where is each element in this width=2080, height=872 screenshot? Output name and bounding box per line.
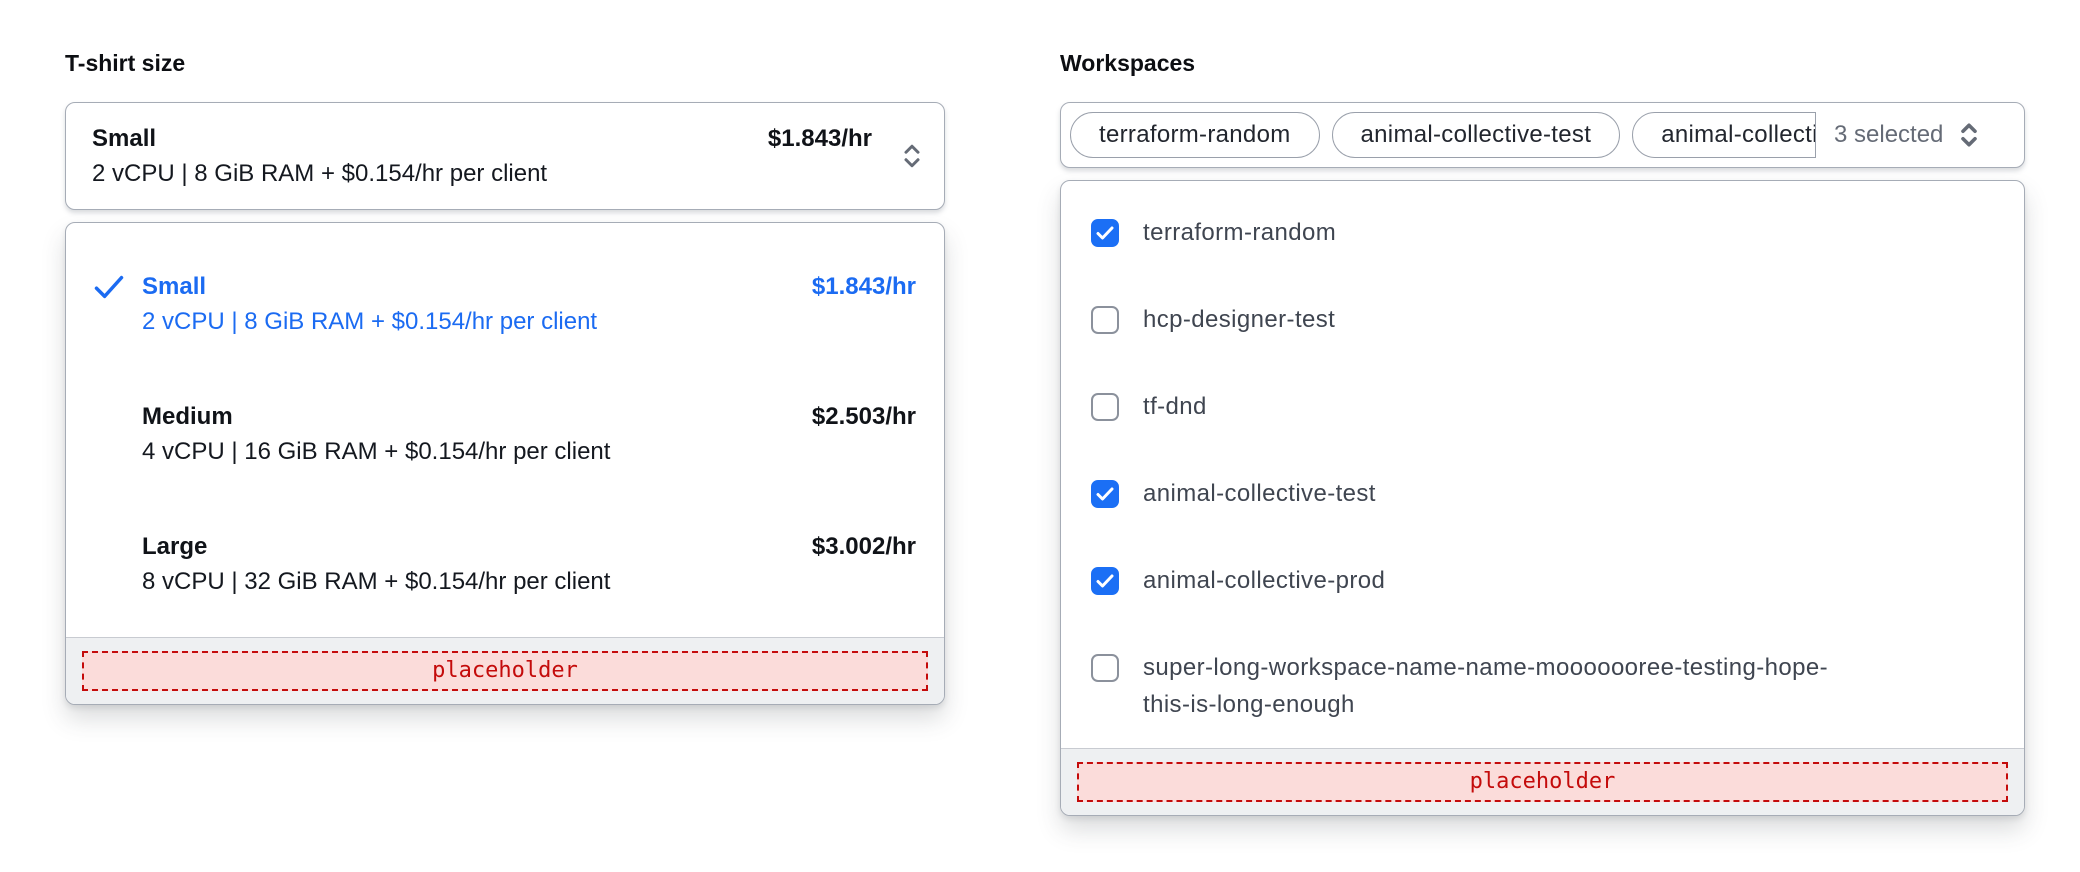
workspace-option[interactable]: terraform-random — [1061, 189, 2024, 276]
selected-count-summary: 3 selected — [1815, 112, 2015, 158]
workspace-option-label: animal-collective-test — [1143, 480, 1376, 507]
workspace-option-label: hcp-designer-test — [1143, 306, 1336, 333]
workspace-option[interactable]: animal-collective-prod — [1061, 537, 2024, 624]
selected-size-description: 2 vCPU | 8 GiB RAM + $0.154/hr per clien… — [92, 160, 548, 187]
chevron-up-down-icon — [1957, 120, 1981, 150]
chevron-up-down-icon — [900, 141, 924, 171]
checkmark-icon — [94, 274, 142, 300]
size-option-small[interactable]: Small 2 vCPU | 8 GiB RAM + $0.154/hr per… — [66, 239, 944, 369]
dropdown-footer: placeholder — [66, 637, 944, 704]
tshirt-size-dropdown: Small 2 vCPU | 8 GiB RAM + $0.154/hr per… — [65, 222, 945, 705]
size-option-title: Small — [142, 273, 207, 300]
checkbox[interactable] — [1091, 480, 1119, 508]
selected-size-title: Small — [92, 125, 157, 152]
workspace-option-label: terraform-random — [1143, 219, 1337, 246]
size-option-title: Medium — [142, 403, 233, 430]
dropdown-footer: placeholder — [1061, 748, 2024, 815]
workspace-options-list: terraform-random hcp-designer-test tf-dn… — [1061, 181, 2024, 748]
size-option-price: $1.843/hr — [811, 273, 916, 300]
checkbox[interactable] — [1091, 393, 1119, 421]
size-options-list: Small 2 vCPU | 8 GiB RAM + $0.154/hr per… — [66, 223, 944, 637]
workspaces-dropdown: terraform-random hcp-designer-test tf-dn… — [1060, 180, 2025, 816]
selected-count-label: 3 selected — [1834, 121, 1944, 148]
workspaces-select-trigger[interactable]: terraform-random animal-collective-test … — [1060, 102, 2025, 168]
tshirt-size-select-trigger[interactable]: Small 2 vCPU | 8 GiB RAM + $0.154/hr per… — [65, 102, 945, 210]
selected-size-summary: Small 2 vCPU | 8 GiB RAM + $0.154/hr per… — [92, 121, 768, 191]
size-option-medium[interactable]: Medium 4 vCPU | 16 GiB RAM + $0.154/hr p… — [66, 369, 944, 499]
size-option-text: Small 2 vCPU | 8 GiB RAM + $0.154/hr per… — [142, 269, 812, 339]
workspace-option-label: super-long-workspace-name-name-moooooore… — [1143, 654, 1828, 718]
checkbox[interactable] — [1091, 567, 1119, 595]
workspace-option-label: animal-collective-prod — [1143, 567, 1386, 594]
workspace-option-label: tf-dnd — [1143, 393, 1207, 420]
workspaces-label: Workspaces — [1060, 50, 1196, 76]
tshirt-size-label: T-shirt size — [65, 50, 186, 76]
size-option-price: $3.002/hr — [811, 533, 916, 560]
checkbox[interactable] — [1091, 219, 1119, 247]
checkbox[interactable] — [1091, 654, 1119, 682]
workspace-option[interactable]: super-long-workspace-name-name-moooooore… — [1061, 624, 2024, 748]
size-option-large[interactable]: Large 8 vCPU | 32 GiB RAM + $0.154/hr pe… — [66, 499, 944, 629]
size-option-description: 4 vCPU | 16 GiB RAM + $0.154/hr per clie… — [142, 438, 611, 465]
workspaces-section: Workspaces terraform-random animal-colle… — [1060, 48, 2025, 816]
workspace-chip: animal-collective-test — [1331, 112, 1621, 158]
checkbox[interactable] — [1091, 306, 1119, 334]
size-option-price: $2.503/hr — [811, 403, 916, 430]
size-option-text: Large 8 vCPU | 32 GiB RAM + $0.154/hr pe… — [142, 529, 812, 599]
selected-size-price: $1.843/hr — [767, 125, 872, 152]
size-option-title: Large — [142, 533, 208, 560]
tshirt-size-section: T-shirt size Small 2 vCPU | 8 GiB RAM + … — [65, 48, 945, 705]
workspace-option[interactable]: tf-dnd — [1061, 363, 2024, 450]
size-option-description: 2 vCPU | 8 GiB RAM + $0.154/hr per clien… — [142, 308, 598, 335]
workspace-option[interactable]: animal-collective-test — [1061, 450, 2024, 537]
placeholder-box: placeholder — [1077, 762, 2008, 802]
workspace-option[interactable]: hcp-designer-test — [1061, 276, 2024, 363]
placeholder-box: placeholder — [82, 651, 928, 691]
workspace-chip: terraform-random — [1070, 112, 1320, 158]
size-option-description: 8 vCPU | 32 GiB RAM + $0.154/hr per clie… — [142, 568, 611, 595]
size-option-text: Medium 4 vCPU | 16 GiB RAM + $0.154/hr p… — [142, 399, 812, 469]
